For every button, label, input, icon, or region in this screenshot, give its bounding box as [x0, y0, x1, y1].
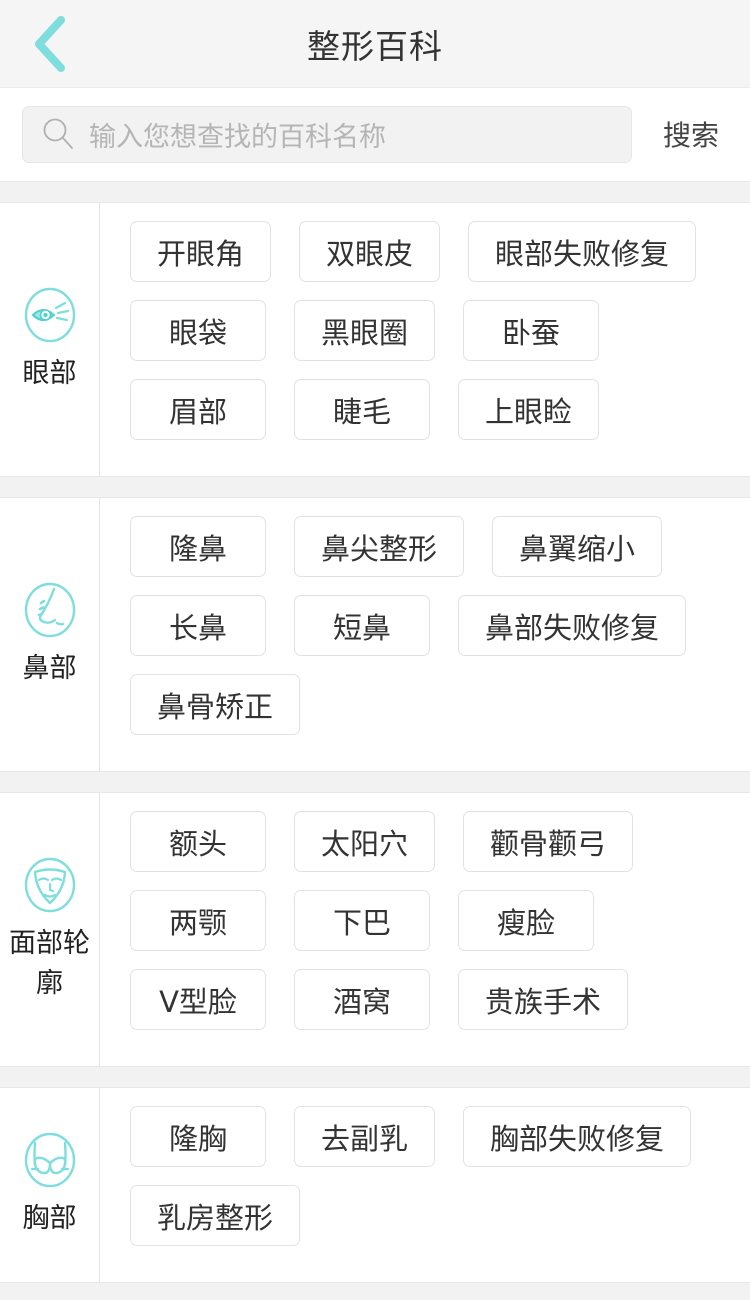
tag-item[interactable]: 乳房整形	[130, 1185, 301, 1246]
nose-icon	[24, 582, 75, 638]
tag-item[interactable]: 隆鼻	[130, 516, 266, 577]
tag-item[interactable]: 胸部失败修复	[463, 1106, 692, 1167]
section-divider-band	[0, 1282, 750, 1300]
tag-item[interactable]: 睫毛	[294, 379, 430, 440]
tag-item[interactable]: 眼袋	[130, 300, 266, 361]
chevron-left-icon	[35, 16, 65, 72]
category-header-nose[interactable]: 鼻部	[0, 498, 100, 771]
tag-item[interactable]: 额头	[130, 811, 266, 872]
tag-item[interactable]: 鼻骨矫正	[130, 674, 301, 735]
section-divider-band	[0, 181, 750, 203]
category-section-face-contour: 面部轮廓 额头 太阳穴 颧骨颧弓 两颚 下巴 瘦脸 V型脸 酒窝 贵族手术	[0, 793, 750, 1066]
tag-item[interactable]: 两颚	[130, 890, 266, 951]
tag-item[interactable]: 瘦脸	[458, 890, 594, 951]
app-header: 整形百科	[0, 0, 750, 88]
tag-item[interactable]: 开眼角	[130, 221, 272, 282]
bra-icon	[24, 1133, 75, 1188]
tag-item[interactable]: 鼻部失败修复	[458, 595, 687, 656]
category-section-eye: 眼部 开眼角 双眼皮 眼部失败修复 眼袋 黑眼圈 卧蚕 眉部 睫毛 上眼睑	[0, 203, 750, 476]
category-label: 鼻部	[22, 652, 77, 684]
category-label: 胸部	[22, 1203, 77, 1235]
tag-list-face-contour: 额头 太阳穴 颧骨颧弓 两颚 下巴 瘦脸 V型脸 酒窝 贵族手术	[100, 793, 750, 1066]
back-button[interactable]	[0, 0, 100, 88]
tag-item[interactable]: V型脸	[130, 969, 266, 1030]
search-icon	[43, 118, 73, 149]
category-label: 面部轮廓	[9, 928, 90, 999]
face-icon	[24, 858, 75, 913]
category-header-chest[interactable]: 胸部	[0, 1088, 100, 1282]
tag-item[interactable]: 眼部失败修复	[468, 221, 697, 282]
tag-item[interactable]: 卧蚕	[463, 300, 600, 361]
tag-item[interactable]: 短鼻	[294, 595, 430, 656]
tag-list-chest: 隆胸 去副乳 胸部失败修复 乳房整形	[100, 1088, 750, 1282]
eye-icon	[24, 287, 75, 343]
tag-item[interactable]: 眉部	[130, 379, 266, 440]
search-placeholder: 输入您想查找的百科名称	[89, 121, 386, 153]
tag-item[interactable]: 双眼皮	[299, 221, 441, 282]
section-divider-band	[0, 771, 750, 793]
search-input[interactable]: 输入您想查找的百科名称	[22, 105, 632, 163]
search-bar: 输入您想查找的百科名称 搜索	[0, 88, 750, 181]
tag-item[interactable]: 上眼睑	[458, 379, 600, 440]
tag-item[interactable]: 去副乳	[294, 1106, 436, 1167]
category-header-eye[interactable]: 眼部	[0, 203, 100, 476]
search-button[interactable]: 搜索	[632, 114, 750, 154]
tag-item[interactable]: 鼻尖整形	[294, 516, 465, 577]
category-header-face-contour[interactable]: 面部轮廓	[0, 793, 100, 1066]
encyclopedia-screen: 整形百科 输入您想查找的百科名称 搜索 眼部 开眼角 双眼皮 眼部失败修复 眼袋…	[0, 0, 750, 1300]
tag-item[interactable]: 颧骨颧弓	[463, 811, 634, 872]
tag-item[interactable]: 长鼻	[130, 595, 266, 656]
category-section-chest: 胸部 隆胸 去副乳 胸部失败修复 乳房整形	[0, 1088, 750, 1282]
tag-item[interactable]: 酒窝	[294, 969, 430, 1030]
tag-item[interactable]: 下巴	[294, 890, 430, 951]
tag-item[interactable]: 黑眼圈	[294, 300, 436, 361]
page-title: 整形百科	[307, 26, 443, 66]
tag-list-eye: 开眼角 双眼皮 眼部失败修复 眼袋 黑眼圈 卧蚕 眉部 睫毛 上眼睑	[100, 203, 750, 476]
category-label: 眼部	[22, 357, 77, 389]
tag-item[interactable]: 贵族手术	[458, 969, 629, 1030]
category-section-nose: 鼻部 隆鼻 鼻尖整形 鼻翼缩小 长鼻 短鼻 鼻部失败修复 鼻骨矫正	[0, 498, 750, 771]
section-divider-band	[0, 476, 750, 498]
tag-item[interactable]: 隆胸	[130, 1106, 266, 1167]
section-divider-band	[0, 1066, 750, 1088]
tag-item[interactable]: 鼻翼缩小	[492, 516, 663, 577]
tag-item[interactable]: 太阳穴	[294, 811, 436, 872]
tag-list-nose: 隆鼻 鼻尖整形 鼻翼缩小 长鼻 短鼻 鼻部失败修复 鼻骨矫正	[100, 498, 750, 771]
